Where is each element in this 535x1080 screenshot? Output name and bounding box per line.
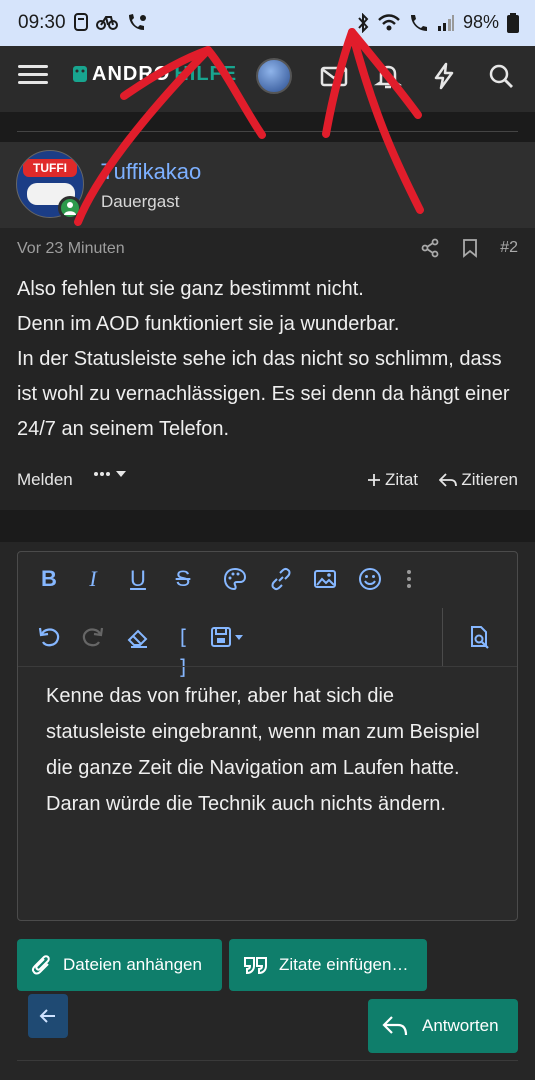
save-draft-icon[interactable] bbox=[208, 622, 248, 652]
notification-icon bbox=[74, 13, 88, 31]
reply-quote-label: Zitieren bbox=[461, 470, 518, 489]
reply-icon bbox=[439, 473, 458, 487]
post-footer: Melden Zitat Zitieren bbox=[17, 470, 518, 494]
logo-text-primary: ANDRO bbox=[92, 62, 171, 85]
quote-button[interactable]: Zitat bbox=[367, 470, 418, 490]
strikethrough-icon[interactable]: S bbox=[168, 564, 198, 594]
editor-content[interactable]: Kenne das von früher, aber hat sich die … bbox=[46, 678, 496, 822]
attach-files-label: Dateien anhängen bbox=[63, 955, 202, 974]
avatar-logo-text: TUFFI bbox=[23, 159, 77, 177]
toolbar-separator bbox=[442, 608, 443, 666]
insert-quotes-button[interactable]: Zitate einfügen… bbox=[229, 939, 427, 991]
link-icon[interactable] bbox=[266, 564, 296, 594]
editor-line: Daran würde die Technik auch nichts ände… bbox=[46, 793, 446, 815]
preview-icon[interactable] bbox=[464, 622, 494, 652]
insert-quotes-label: Zitate einfügen… bbox=[279, 955, 409, 974]
code-brackets-icon[interactable]: [ ] bbox=[168, 622, 198, 679]
status-bar: 09:30 98% bbox=[0, 0, 535, 46]
submit-reply-label: Antworten bbox=[422, 1016, 499, 1035]
logo-text-secondary: HILFE bbox=[174, 62, 238, 85]
bluetooth-icon bbox=[358, 12, 369, 33]
reply-icon bbox=[382, 1016, 408, 1036]
app-header: ANDRO HILFE bbox=[0, 46, 535, 112]
bookmark-icon[interactable] bbox=[462, 238, 478, 258]
menu-icon[interactable] bbox=[18, 60, 48, 90]
post-number[interactable]: #2 bbox=[500, 239, 518, 257]
toolbar-divider bbox=[18, 666, 517, 667]
android-logo-icon bbox=[73, 66, 87, 82]
bold-icon[interactable]: B bbox=[34, 564, 64, 594]
battery-icon bbox=[507, 12, 519, 33]
online-status-icon bbox=[58, 196, 82, 220]
status-left-icons bbox=[74, 12, 148, 32]
submit-reply-button[interactable]: Antworten bbox=[368, 999, 518, 1053]
paperclip-icon bbox=[31, 955, 50, 975]
rich-text-editor[interactable]: B I U S [ ] Kenne das von früher, aber h… bbox=[17, 551, 518, 921]
battery-percentage: 98% bbox=[462, 12, 499, 32]
palette-icon[interactable] bbox=[220, 564, 250, 594]
underline-icon[interactable]: U bbox=[123, 564, 153, 594]
eraser-icon[interactable] bbox=[123, 622, 153, 652]
attach-files-button[interactable]: Dateien anhängen bbox=[17, 939, 222, 991]
redo-icon[interactable] bbox=[78, 622, 108, 652]
call-icon bbox=[410, 14, 427, 31]
post-text: Also fehlen tut sie ganz bestimmt nicht.… bbox=[17, 272, 522, 447]
status-time: 09:30 bbox=[18, 12, 66, 33]
post-time[interactable]: Vor 23 Minuten bbox=[17, 240, 125, 258]
mail-icon[interactable] bbox=[318, 60, 350, 92]
lightning-icon[interactable] bbox=[428, 60, 460, 92]
reply-quote-button[interactable]: Zitieren bbox=[439, 470, 518, 490]
divider bbox=[17, 131, 518, 132]
post-body: Vor 23 Minuten #2 Also fehlen tut sie ga… bbox=[0, 228, 535, 510]
quote-button-label: Zitat bbox=[384, 470, 418, 489]
caret-down-icon bbox=[116, 471, 126, 477]
arrow-left-icon bbox=[39, 1009, 55, 1023]
back-button[interactable] bbox=[28, 994, 68, 1038]
search-icon[interactable] bbox=[485, 60, 517, 92]
bell-icon[interactable] bbox=[372, 60, 404, 92]
italic-icon[interactable]: I bbox=[78, 564, 108, 594]
site-logo[interactable]: ANDRO HILFE bbox=[72, 62, 237, 86]
author-title: Dauergast bbox=[101, 192, 180, 211]
plus-icon bbox=[367, 474, 380, 486]
signal-icon bbox=[437, 14, 454, 31]
bottom-divider bbox=[17, 1060, 518, 1061]
smiley-icon[interactable] bbox=[355, 564, 385, 594]
section-gap bbox=[0, 510, 535, 542]
author-name[interactable]: Tuffikakao bbox=[101, 159, 201, 185]
image-icon[interactable] bbox=[310, 564, 340, 594]
wifi-icon bbox=[378, 13, 400, 30]
post-actions-top: #2 bbox=[420, 238, 518, 258]
share-icon[interactable] bbox=[420, 238, 440, 258]
more-vertical-icon[interactable] bbox=[394, 564, 424, 594]
quote-icon bbox=[244, 957, 267, 975]
post-line: In der Statusleiste sehe ich das nicht s… bbox=[17, 348, 510, 440]
section-gap bbox=[0, 112, 535, 142]
undo-icon[interactable] bbox=[34, 622, 64, 652]
post-header: TUFFI Tuffikakao Dauergast bbox=[0, 142, 535, 228]
editor-line: Kenne das von früher, aber hat sich die … bbox=[46, 685, 480, 779]
more-horizontal-icon bbox=[94, 472, 110, 476]
status-right-icons: 98% bbox=[357, 12, 519, 33]
more-options-button[interactable] bbox=[93, 470, 127, 478]
user-avatar[interactable] bbox=[256, 58, 292, 94]
report-button[interactable]: Melden bbox=[17, 470, 73, 490]
wifi-call-icon bbox=[129, 14, 146, 30]
post-line: Denn im AOD funktioniert sie ja wunderba… bbox=[17, 313, 400, 335]
bike-icon bbox=[96, 16, 118, 30]
post-line: Also fehlen tut sie ganz bestimmt nicht. bbox=[17, 278, 364, 300]
